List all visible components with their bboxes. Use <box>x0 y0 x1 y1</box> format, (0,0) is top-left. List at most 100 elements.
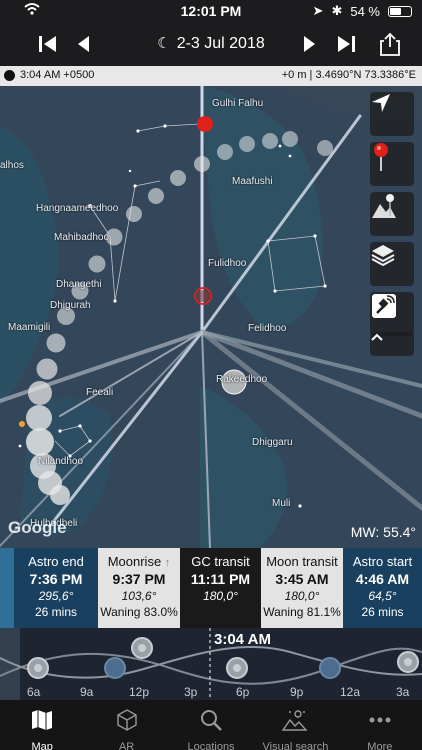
milky-way-altitude: MW: 55.4° <box>350 524 416 540</box>
date-selector[interactable]: ☾ 2-3 Jul 2018 <box>130 34 292 53</box>
event-azimuth: 64,5° <box>368 589 397 603</box>
arrow-up-icon: ↑ <box>164 557 171 569</box>
share-button[interactable] <box>376 30 404 58</box>
event-extra: 26 mins <box>361 605 404 619</box>
my-location-button[interactable] <box>370 92 414 136</box>
map-label: Hangnaameedhoo <box>36 203 119 214</box>
info-bar: 3:04 AM +0500 +0 m | 3.4690°N 73.3386°E <box>0 66 422 86</box>
location-arrow-icon: ➤ <box>312 3 324 18</box>
event-azimuth: 295,6° <box>38 589 74 603</box>
skip-back-button[interactable] <box>34 30 62 58</box>
more-icon <box>369 717 391 723</box>
timeline-tick: 9p <box>290 685 304 699</box>
skip-forward-button[interactable] <box>332 30 360 58</box>
map-view[interactable]: Gulhi Falhu alhos Maafushi Hangnaameedho… <box>0 86 422 548</box>
map-label: Gulhi Falhu <box>212 98 264 109</box>
layers-icon <box>371 245 395 267</box>
event-time: 4:46 AM <box>355 571 410 587</box>
skip-forward-icon <box>338 36 355 52</box>
search-icon <box>201 710 222 731</box>
current-time-label: 3:04 AM <box>214 631 271 648</box>
red-pin-button[interactable] <box>370 142 414 186</box>
skip-back-icon <box>39 36 56 52</box>
event-time: 9:37 PM <box>112 571 166 587</box>
visual-search-icon <box>282 710 308 731</box>
map-label: Maamigili <box>8 322 51 333</box>
event-card-partial[interactable] <box>0 548 14 628</box>
map-overlay <box>0 86 422 548</box>
timeline-tick: 12p <box>129 685 150 699</box>
map-label: Mahibadhoo <box>54 232 110 243</box>
event-extra: Waning 83.0% <box>100 605 178 619</box>
moon-dot-icon <box>4 69 15 81</box>
event-name: Astro start <box>352 554 413 569</box>
bluetooth-icon: ✱ <box>331 3 343 18</box>
map-label: Fulidhoo <box>208 258 247 269</box>
event-name: GC transit <box>191 554 250 569</box>
satellite-button[interactable] <box>370 292 414 336</box>
tab-ar[interactable]: AR <box>84 700 168 750</box>
satellite-icon <box>372 294 396 318</box>
status-bar: 12:01 PM ➤ ✱ 54 % <box>0 0 422 22</box>
event-card-moonrise[interactable]: Moonrise ↑ 9:37 PM 103,6° Waning 83.0% <box>98 548 180 628</box>
map-label: alhos <box>0 160 24 171</box>
event-time: 7:36 PM <box>29 571 83 587</box>
map-label: Felidhoo <box>248 323 287 334</box>
map-label: Maafushi <box>232 176 273 187</box>
event-strip[interactable]: Astro end 7:36 PM 295,6° 26 mins Moonris… <box>0 548 422 628</box>
tab-more[interactable]: More <box>338 700 422 750</box>
tab-visual-search[interactable]: Visual search <box>253 700 337 750</box>
timeline-tick: 12a <box>340 685 361 699</box>
event-azimuth: 103,6° <box>121 589 157 603</box>
event-time: 11:11 PM <box>190 571 251 587</box>
share-icon <box>380 32 400 56</box>
tab-locations[interactable]: Locations <box>169 700 253 750</box>
toolbar: ☾ 2-3 Jul 2018 <box>0 22 422 66</box>
tab-bar: Map AR Locations Visual search More <box>0 700 422 750</box>
next-icon <box>304 36 315 52</box>
time-slider[interactable]: 3:04 AM 6a 9a 12p 3p 6p 9p 12a 3a <box>0 628 422 700</box>
time-zone-label: 3:04 AM +0500 <box>20 69 95 81</box>
tab-label: Visual search <box>262 741 329 750</box>
google-attribution: Google <box>8 518 67 537</box>
timeline-tick: 6a <box>27 685 41 699</box>
map-label: Dhigurah <box>50 300 91 311</box>
map-label: Dhangethi <box>56 279 102 290</box>
map-label: Rakeedhoo <box>216 374 268 385</box>
coordinates-label[interactable]: +0 m | 3.4690°N 73.3386°E <box>282 69 416 81</box>
timeline-tick: 3p <box>184 685 198 699</box>
gray-pin-button[interactable] <box>370 192 414 236</box>
collapse-button[interactable] <box>370 332 414 356</box>
event-card-gc-transit[interactable]: GC transit 11:11 PM 180,0° <box>180 548 261 628</box>
tab-label: More <box>367 741 393 750</box>
tab-label: Map <box>31 741 53 750</box>
event-name: Astro end <box>28 554 84 569</box>
map-label: Nilandhoo <box>38 456 84 467</box>
red-pin-icon <box>374 143 388 171</box>
next-day-button[interactable] <box>295 30 323 58</box>
battery-percent: 54 % <box>350 3 380 19</box>
navigation-arrow-icon <box>372 94 390 112</box>
map-label: Feeali <box>86 387 114 398</box>
event-time: 3:45 AM <box>275 571 329 587</box>
event-azimuth: 180,0° <box>284 589 320 603</box>
tab-map[interactable]: Map <box>0 700 84 750</box>
event-card-astro-start[interactable]: Astro start 4:46 AM 64,5° 26 mins <box>343 548 422 628</box>
event-card-moon-transit[interactable]: Moon transit 3:45 AM 180,0° Waning 81.1% <box>261 548 343 628</box>
timeline-tick: 9a <box>80 685 94 699</box>
layers-button[interactable] <box>370 242 414 286</box>
event-card-astro-end[interactable]: Astro end 7:36 PM 295,6° 26 mins <box>14 548 98 628</box>
event-azimuth: 180,0° <box>203 589 238 603</box>
chevron-up-icon <box>371 333 383 341</box>
timeline-tick: 3a <box>396 685 410 699</box>
date-label: 2-3 Jul 2018 <box>176 35 265 52</box>
previous-day-button[interactable] <box>70 30 98 58</box>
event-name: Moonrise <box>107 554 162 569</box>
mountain-pin-icon <box>372 194 396 218</box>
timeline-tick: 6p <box>236 685 250 699</box>
map-icon <box>32 710 53 730</box>
tab-label: AR <box>118 741 135 750</box>
event-extra: 26 mins <box>34 605 78 619</box>
battery-icon <box>388 5 412 17</box>
moon-phase-icon: ☾ <box>157 35 171 52</box>
